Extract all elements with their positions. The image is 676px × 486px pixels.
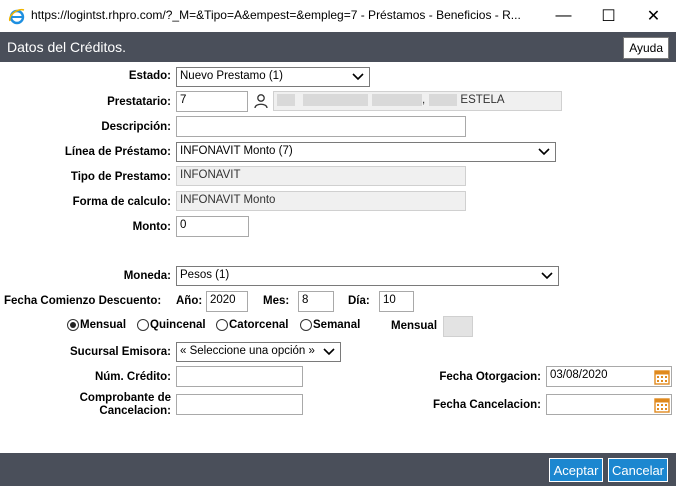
prestatario-name-value: ESTELA: [460, 94, 505, 107]
monto-input[interactable]: 0: [176, 216, 249, 237]
radio-unchecked-icon: [137, 319, 149, 331]
window-url: https://logintst.rhpro.com/?_M=&Tipo=A&e…: [31, 8, 521, 22]
prestatario-id-input[interactable]: 7: [176, 91, 248, 112]
anio-input[interactable]: 2020: [206, 291, 248, 312]
moneda-value: Pesos (1): [180, 269, 230, 281]
tipo-label: Tipo de Prestamo:: [70, 171, 171, 183]
radio-catorcenal[interactable]: Catorcenal: [216, 319, 288, 331]
moneda-label: Moneda:: [123, 270, 171, 282]
fecha-otorgacion-value: 03/08/2020: [550, 369, 608, 381]
forma-field: INFONAVIT Monto: [176, 191, 466, 211]
radio-quincenal-label: Quincenal: [150, 319, 206, 331]
descripcion-label: Descripción:: [101, 121, 171, 133]
fecha-cancelacion-label: Fecha Cancelacion:: [432, 399, 541, 411]
monto-label: Monto:: [132, 221, 171, 233]
linea-value: INFONAVIT Monto (7): [180, 145, 293, 157]
mes-input[interactable]: 8: [298, 291, 334, 312]
num-credito-input[interactable]: [176, 366, 303, 387]
forma-label: Forma de calculo:: [72, 196, 171, 208]
sucursal-value: « Seleccione una opción »: [180, 345, 315, 357]
prestatario-label: Prestatario:: [107, 96, 171, 108]
internet-explorer-icon: [8, 8, 25, 25]
maximize-icon: ☐: [601, 8, 616, 25]
chevron-down-icon: [541, 272, 553, 280]
dia-input[interactable]: 10: [379, 291, 414, 312]
help-button[interactable]: Ayuda: [623, 37, 669, 59]
mes-label: Mes:: [263, 295, 290, 307]
chevron-down-icon: [538, 148, 550, 156]
minimize-icon: —: [555, 7, 572, 24]
fecha-otorgacion-label: Fecha Otorgacion:: [439, 371, 541, 383]
comprobante-label-line2: Cancelacion:: [99, 405, 171, 417]
redacted-block: [429, 94, 458, 106]
user-search-icon[interactable]: [253, 93, 269, 109]
estado-label: Estado:: [128, 70, 171, 82]
radio-semanal-label: Semanal: [313, 319, 361, 331]
linea-select[interactable]: INFONAVIT Monto (7): [176, 142, 556, 162]
estado-value: Nuevo Prestamo (1): [180, 70, 283, 82]
redacted-block: [372, 94, 422, 106]
radio-unchecked-icon: [216, 319, 228, 331]
cancel-button[interactable]: Cancelar: [608, 458, 668, 482]
redacted-block: [277, 94, 295, 106]
radio-semanal[interactable]: Semanal: [300, 319, 360, 331]
anio-label: Año:: [176, 295, 203, 307]
mensual-label: Mensual: [391, 320, 438, 332]
linea-label: Línea de Préstamo:: [64, 146, 171, 158]
comprobante-input[interactable]: [176, 394, 303, 415]
sucursal-select[interactable]: « Seleccione una opción »: [176, 342, 341, 362]
close-icon: ✕: [646, 8, 661, 25]
tipo-field: INFONAVIT: [176, 166, 466, 186]
radio-mensual-label: Mensual: [80, 319, 127, 331]
comprobante-label-line1: Comprobante de: [79, 392, 171, 404]
radio-mensual[interactable]: Mensual: [67, 319, 126, 331]
estado-select[interactable]: Nuevo Prestamo (1): [176, 67, 370, 87]
redacted-block: [303, 94, 368, 106]
minimize-button[interactable]: —: [541, 0, 586, 32]
accept-button[interactable]: Aceptar: [549, 458, 603, 482]
dialog-header: Datos del Créditos. Ayuda: [0, 32, 676, 62]
num-credito-label: Núm. Crédito:: [94, 371, 171, 383]
moneda-select[interactable]: Pesos (1): [176, 266, 559, 286]
chevron-down-icon: [323, 348, 335, 356]
comprobante-label: Comprobante de Cancelacion:: [40, 392, 171, 418]
chevron-down-icon: [352, 73, 364, 81]
dialog-title: Datos del Créditos.: [7, 39, 127, 55]
radio-catorcenal-label: Catorcenal: [229, 319, 289, 331]
radio-checked-icon: [67, 319, 79, 331]
mensual-field: [443, 316, 473, 337]
dia-label: Día:: [348, 295, 370, 307]
calendar-icon[interactable]: [654, 369, 670, 385]
fecha-comienzo-label: Fecha Comienzo Descuento:: [4, 295, 162, 307]
descripcion-input[interactable]: [176, 116, 466, 137]
radio-quincenal[interactable]: Quincenal: [137, 319, 206, 331]
maximize-button[interactable]: ☐: [586, 0, 631, 32]
window-titlebar: https://logintst.rhpro.com/?_M=&Tipo=A&e…: [0, 0, 676, 32]
dialog-footer: Aceptar Cancelar: [0, 453, 676, 486]
close-button[interactable]: ✕: [631, 0, 676, 32]
sucursal-label: Sucursal Emisora:: [70, 346, 171, 358]
calendar-icon[interactable]: [654, 397, 670, 413]
prestatario-name-field: , ESTELA: [273, 91, 562, 111]
radio-unchecked-icon: [300, 319, 312, 331]
